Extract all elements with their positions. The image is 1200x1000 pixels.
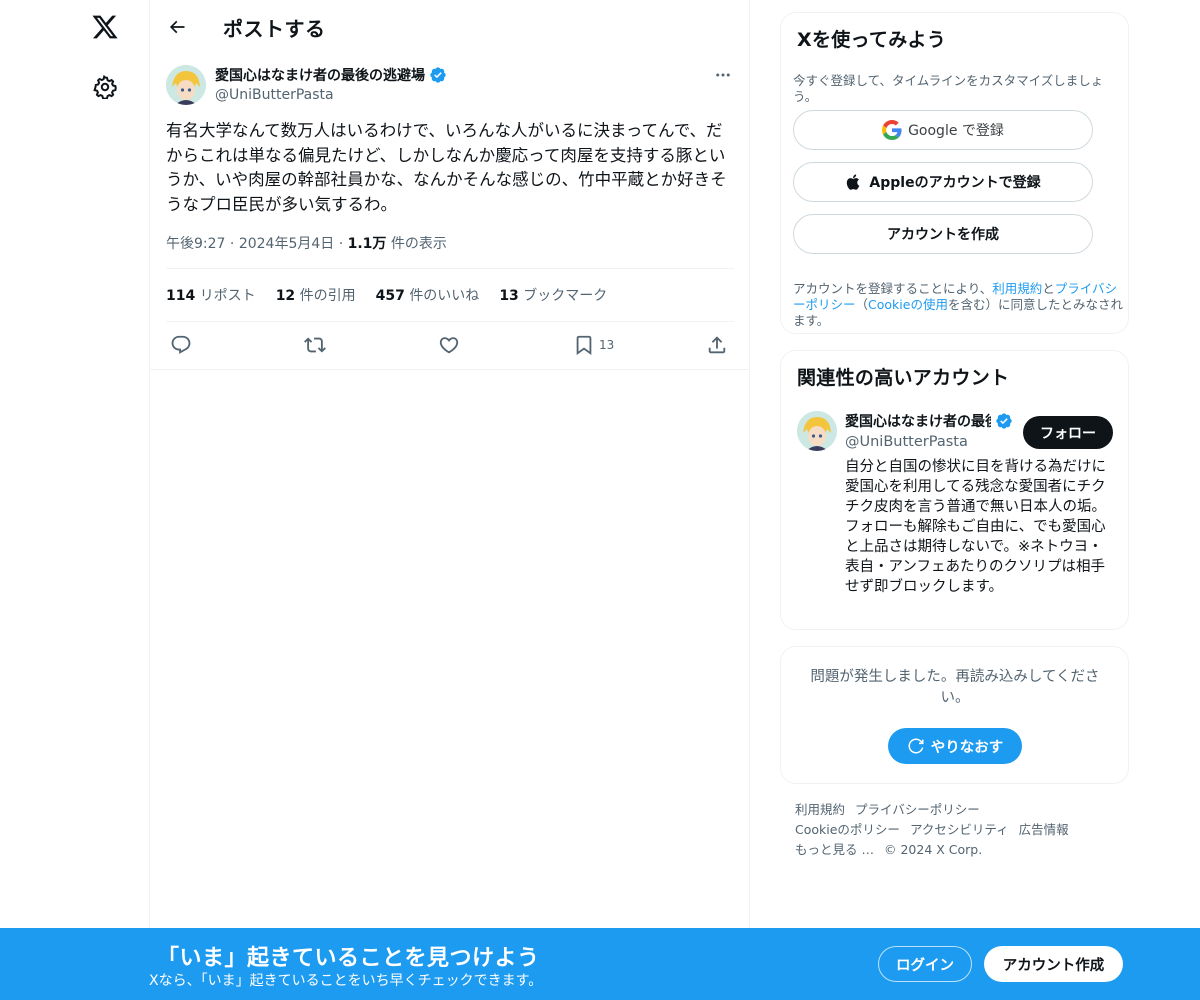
error-card: 問題が発生しました。再読み込みしてください。 やりなおす [780, 646, 1129, 784]
gear-icon[interactable] [91, 73, 119, 101]
footer-terms-link[interactable]: 利用規約 [795, 802, 845, 817]
post-metadata: 午後9:27 · 2024年5月4日 · 1.1万 件の表示 [166, 233, 447, 253]
views-label: 件の表示 [390, 236, 447, 252]
retry-button[interactable]: やりなおす [888, 728, 1022, 764]
apple-signup-button[interactable]: Appleのアカウントで登録 [793, 162, 1093, 202]
meta-separator: · [229, 236, 239, 252]
footer-cookie-link[interactable]: Cookieのポリシー [795, 822, 900, 837]
follow-button[interactable]: フォロー [1023, 416, 1113, 449]
avatar[interactable] [166, 65, 206, 105]
views-count: 1.1万 [347, 236, 387, 252]
author-name-text: 愛国心はなまけ者の最後の逃避場 [215, 68, 425, 84]
avatar[interactable] [797, 411, 837, 451]
like-heart-icon[interactable] [438, 334, 460, 356]
footer-copyright: © 2024 X Corp. [883, 842, 983, 857]
google-signup-button[interactable]: Google で登録 [793, 110, 1093, 150]
share-icon[interactable] [706, 334, 728, 356]
terms-link[interactable]: 利用規約 [992, 281, 1042, 296]
reposts-stat[interactable]: 114 リポスト [166, 285, 256, 305]
bookmark-count: 13 [599, 338, 615, 352]
meta-separator: · [338, 236, 348, 252]
action-bar: 13 [150, 322, 750, 370]
bookmark-icon[interactable]: 13 [573, 334, 614, 356]
signup-card-title: Xを使ってみよう [797, 29, 947, 51]
author-handle[interactable]: @UniButterPasta [215, 87, 334, 103]
repost-icon[interactable] [304, 334, 326, 356]
footer-ads-link[interactable]: 広告情報 [1019, 822, 1069, 837]
legal-text: アカウントを登録することにより、 [793, 281, 993, 296]
more-options-icon[interactable] [712, 64, 734, 86]
bookmarks-stat[interactable]: 13 ブックマーク [499, 285, 607, 305]
error-message: 問題が発生しました。再読み込みしてください。 [810, 669, 1100, 706]
refresh-icon [908, 738, 924, 754]
page-title: ポストする [223, 17, 326, 41]
legal-text: と [1042, 281, 1055, 296]
banner-subtitle: Xなら、「いま」起きていることをいち早くチェックできます。 [149, 973, 543, 989]
related-accounts-card: 関連性の高いアカウント 愛国心はなまけ者の最後の逃避場 @UniButterPa… [780, 350, 1129, 630]
signup-subtitle: 今すぐ登録して、タイムラインをカスタマイズしましょう。 [793, 73, 1104, 104]
quotes-stat[interactable]: 12 件の引用 [276, 285, 356, 305]
login-button[interactable]: ログイン [878, 946, 972, 982]
related-account-bio: 自分と自国の惨状に目を背ける為だけに 愛国心を利用してる残念な愛国者にチクチク皮… [845, 459, 1114, 595]
google-icon [882, 120, 902, 140]
signup-button[interactable]: アカウント作成 [984, 946, 1123, 982]
post-date[interactable]: 2024年5月4日 [239, 236, 334, 252]
bottom-signup-banner: 「いま」起きていることを見つけよう Xなら、「いま」起きていることをいち早くチェ… [0, 928, 1200, 1000]
footer-links: 利用規約 プライバシーポリシー Cookieのポリシー アクセシビリティ 広告情報 も… [795, 800, 1125, 860]
create-account-label: アカウントを作成 [887, 227, 999, 243]
footer-accessibility-link[interactable]: アクセシビリティ [910, 822, 1009, 837]
retry-label: やりなおす [930, 739, 1004, 756]
cookie-use-link[interactable]: Cookieの使用 [868, 297, 948, 312]
legal-text: （ [855, 297, 869, 312]
related-card-title: 関連性の高いアカウント [797, 367, 1010, 389]
likes-stat[interactable]: 457 件のいいね [376, 285, 480, 305]
footer-privacy-link[interactable]: プライバシーポリシー [855, 802, 980, 817]
author-name[interactable]: 愛国心はなまけ者の最後の逃避場 [215, 65, 447, 85]
banner-title: 「いま」起きていることを見つけよう [157, 946, 540, 971]
related-account-handle[interactable]: @UniButterPasta [845, 434, 968, 450]
signup-card: Xを使ってみよう 今すぐ登録して、タイムラインをカスタマイズしましょう。 Goo… [780, 12, 1129, 334]
verified-badge-icon [996, 413, 1012, 429]
verified-badge-icon [430, 67, 446, 83]
related-account-name-text: 愛国心はなまけ者の最後の逃避場 [845, 414, 991, 430]
google-signup-label: Google で登録 [908, 123, 1004, 139]
top-bar: ポストする [150, 0, 750, 53]
legal-notice: アカウントを登録することにより、利用規約とプライバシーポリシー（Cookieの使… [793, 281, 1123, 329]
main-column: ポストする 愛国心はなまけ者の最後の逃避場 @UniButterPasta 有名… [149, 0, 750, 1000]
post-text: 有名大学なんて数万人はいるわけで、いろんな人がいるに決まってんで、だからこれは単… [166, 121, 727, 214]
back-arrow-icon[interactable] [164, 14, 190, 40]
left-nav-rail [0, 0, 150, 1000]
reply-icon[interactable] [170, 334, 192, 356]
footer-more-link[interactable]: もっと見る … [795, 842, 874, 857]
related-account-name[interactable]: 愛国心はなまけ者の最後の逃避場 [845, 411, 1015, 431]
create-account-button[interactable]: アカウントを作成 [793, 214, 1093, 254]
apple-signup-label: Appleのアカウントで登録 [869, 175, 1041, 191]
x-logo-icon[interactable] [88, 10, 122, 44]
post-time[interactable]: 午後9:27 [166, 236, 225, 252]
engagement-stats: 114 リポスト 12 件の引用 457 件のいいね 13 ブックマーク [166, 268, 734, 322]
apple-icon [847, 174, 860, 190]
